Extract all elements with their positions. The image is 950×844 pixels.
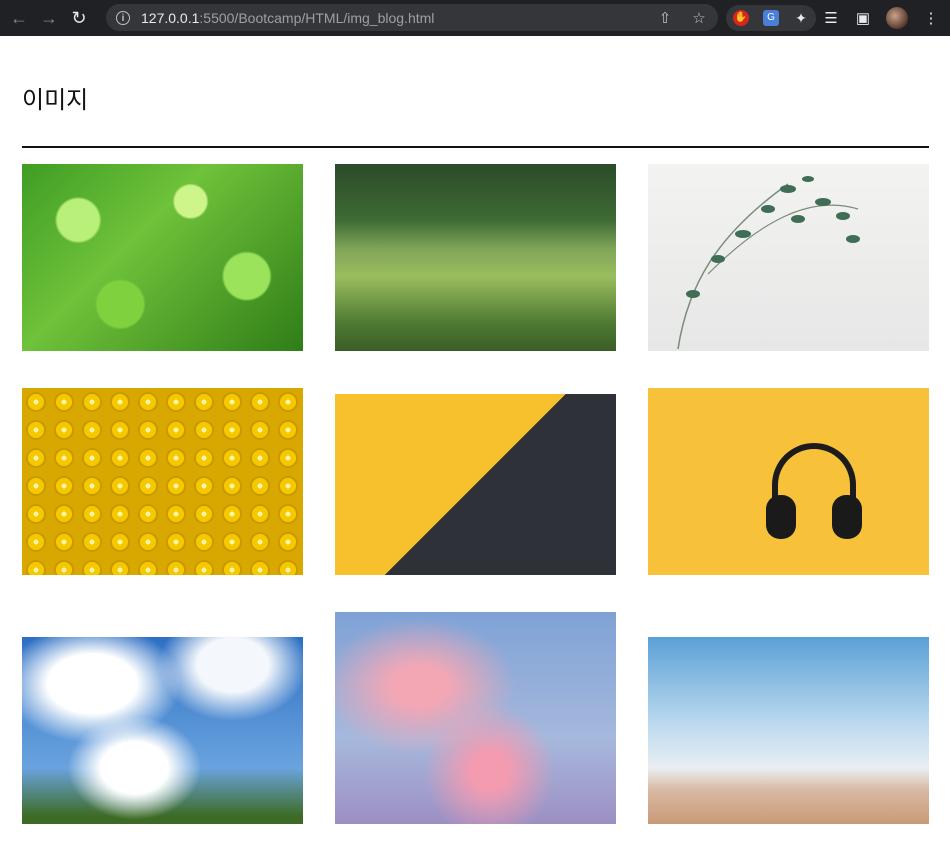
extensions-group: ✋ G ✦ bbox=[726, 5, 816, 31]
reload-icon[interactable]: ↻ bbox=[68, 7, 90, 29]
leaves-image bbox=[22, 164, 303, 351]
adblock-extension-icon[interactable]: ✋ bbox=[733, 10, 749, 26]
beach-sky-image bbox=[648, 637, 929, 824]
share-icon[interactable]: ⇧ bbox=[656, 9, 674, 27]
forward-icon[interactable]: → bbox=[38, 7, 60, 29]
page-content: 이미지 bbox=[0, 36, 950, 844]
browser-toolbar: ← → ↻ i 127.0.0.1:5500/Bootcamp/HTML/img… bbox=[0, 0, 950, 36]
media-queue-icon[interactable]: ☰ bbox=[822, 9, 840, 27]
translate-extension-icon[interactable]: G bbox=[763, 10, 779, 26]
extensions-puzzle-icon[interactable]: ✦ bbox=[793, 10, 809, 26]
yellow-bricks-image bbox=[335, 394, 616, 575]
profile-avatar[interactable] bbox=[886, 7, 908, 29]
side-panel-icon[interactable]: ▣ bbox=[854, 9, 872, 27]
title-divider bbox=[22, 146, 929, 148]
headphones-image bbox=[648, 388, 929, 575]
plant-branch-icon bbox=[677, 176, 860, 350]
bookmark-star-icon[interactable]: ☆ bbox=[690, 9, 708, 27]
menu-kebab-icon[interactable]: ⋮ bbox=[922, 9, 940, 27]
yellow-balls-image bbox=[22, 388, 303, 575]
headphones-icon bbox=[766, 443, 862, 543]
url-host: 127.0.0.1 bbox=[141, 9, 200, 26]
back-icon[interactable]: ← bbox=[8, 7, 30, 29]
blue-sky-clouds-image bbox=[22, 637, 303, 824]
page-title: 이미지 bbox=[22, 87, 89, 114]
mountain-road-image bbox=[335, 164, 616, 351]
url-path: :5500/Bootcamp/HTML/img_blog.html bbox=[199, 9, 435, 26]
plant-vase-image bbox=[648, 164, 929, 351]
url-text[interactable]: 127.0.0.1:5500/Bootcamp/HTML/img_blog.ht… bbox=[141, 10, 434, 26]
site-info-icon[interactable]: i bbox=[116, 10, 130, 25]
address-bar[interactable]: i 127.0.0.1:5500/Bootcamp/HTML/img_blog.… bbox=[106, 4, 718, 31]
pink-sky-image bbox=[335, 612, 616, 824]
